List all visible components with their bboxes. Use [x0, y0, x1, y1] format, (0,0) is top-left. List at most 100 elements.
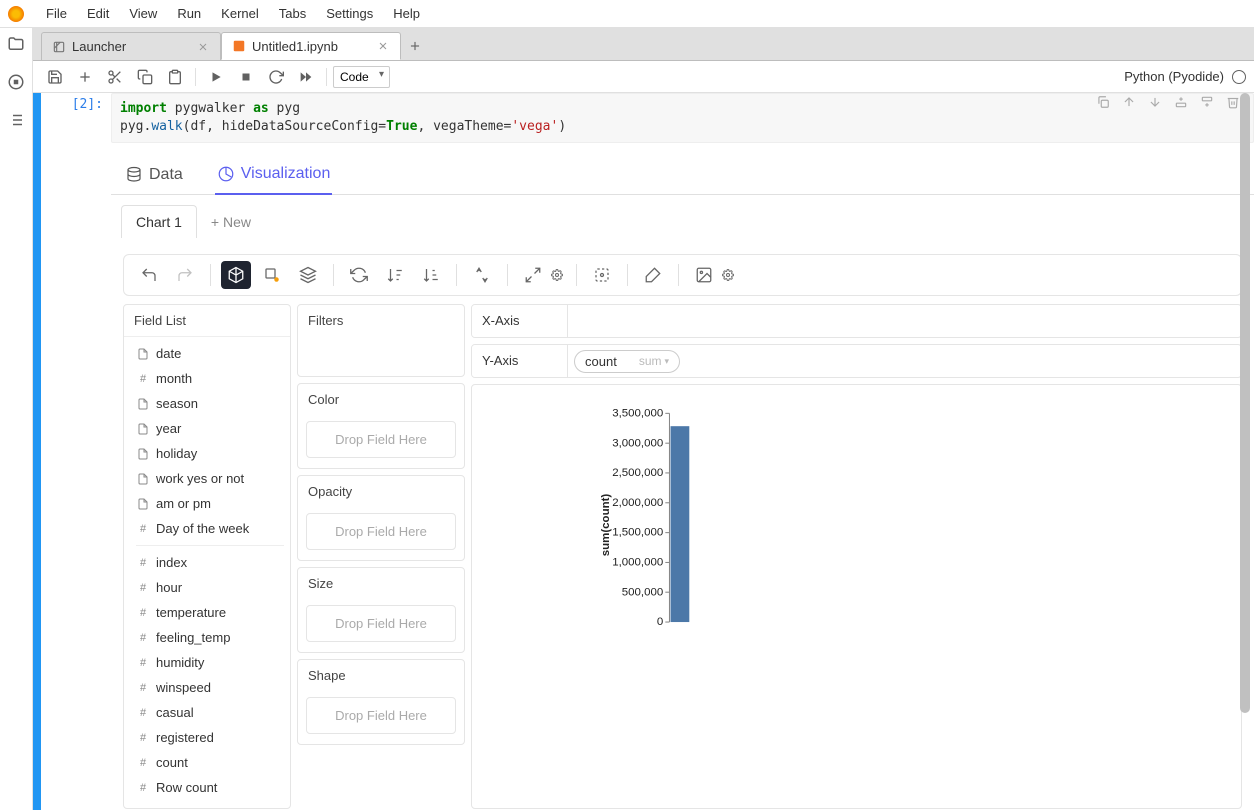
- field-temperature[interactable]: #temperature: [130, 600, 290, 625]
- undo-icon[interactable]: [134, 261, 164, 289]
- transpose-icon[interactable]: [467, 261, 497, 289]
- svg-text:500,000: 500,000: [622, 587, 663, 599]
- cell-prompt: [2]:: [41, 93, 111, 810]
- menu-edit[interactable]: Edit: [77, 2, 119, 25]
- hash-icon: #: [136, 522, 150, 536]
- copy-icon[interactable]: [131, 65, 159, 89]
- code-editor[interactable]: import pygwalker as pyg pyg.walk(df, hid…: [111, 93, 1254, 143]
- notebook-body[interactable]: [2]: import pygwalker as pyg: [33, 93, 1254, 810]
- x-axis-drop[interactable]: [568, 305, 1241, 337]
- add-cell-icon[interactable]: [71, 65, 99, 89]
- field-work[interactable]: work yes or not: [130, 466, 290, 491]
- chart-tab-add[interactable]: + New: [211, 214, 251, 230]
- axis-chart-panel: X-Axis Y-Axis count sum: [471, 304, 1242, 809]
- save-icon[interactable]: [41, 65, 69, 89]
- y-axis-title: sum(count): [600, 494, 612, 557]
- mark-icon[interactable]: [257, 261, 287, 289]
- svg-text:2,000,000: 2,000,000: [612, 497, 663, 509]
- field-humidity[interactable]: #humidity: [130, 650, 290, 675]
- cell-type-select[interactable]: Code: [333, 66, 390, 88]
- sort-asc-icon[interactable]: [380, 261, 410, 289]
- field-dayofweek[interactable]: #Day of the week: [130, 516, 290, 541]
- field-month[interactable]: #month: [130, 366, 290, 391]
- stop-icon[interactable]: [232, 65, 260, 89]
- shape-drop[interactable]: Drop Field Here: [306, 697, 456, 734]
- restart-icon[interactable]: [262, 65, 290, 89]
- svg-text:2,500,000: 2,500,000: [612, 467, 663, 479]
- cell-collapser[interactable]: [33, 93, 41, 810]
- viz-toolbar: [123, 254, 1242, 296]
- filters-drop[interactable]: [306, 336, 456, 366]
- color-drop[interactable]: Drop Field Here: [306, 421, 456, 458]
- menu-help[interactable]: Help: [383, 2, 430, 25]
- pill-aggregation[interactable]: sum: [639, 354, 669, 368]
- y-axis-pill[interactable]: count sum: [574, 350, 680, 373]
- gear-icon[interactable]: [548, 261, 566, 289]
- size-drop[interactable]: Drop Field Here: [306, 605, 456, 642]
- gear-icon[interactable]: [719, 261, 737, 289]
- kernel-name[interactable]: Python (Pyodide): [1124, 69, 1224, 84]
- sort-desc-icon[interactable]: [416, 261, 446, 289]
- menu-view[interactable]: View: [119, 2, 167, 25]
- toc-icon[interactable]: [6, 110, 26, 130]
- move-up-icon[interactable]: [1121, 94, 1137, 110]
- opacity-drop[interactable]: Drop Field Here: [306, 513, 456, 550]
- tab-launcher[interactable]: Launcher: [41, 32, 221, 60]
- run-icon[interactable]: [202, 65, 230, 89]
- cell-toolbar: [1095, 94, 1241, 110]
- tab-data[interactable]: Data: [123, 159, 185, 194]
- running-icon[interactable]: [6, 72, 26, 92]
- aggregate-icon[interactable]: [221, 261, 251, 289]
- code-cell[interactable]: [2]: import pygwalker as pyg: [33, 93, 1254, 810]
- menu-file[interactable]: File: [36, 2, 77, 25]
- field-casual[interactable]: #casual: [130, 700, 290, 725]
- hash-icon: #: [136, 731, 150, 745]
- refresh-icon[interactable]: [344, 261, 374, 289]
- cut-icon[interactable]: [101, 65, 129, 89]
- resize-icon[interactable]: [518, 261, 548, 289]
- insert-below-icon[interactable]: [1199, 94, 1215, 110]
- paste-icon[interactable]: [161, 65, 189, 89]
- field-registered[interactable]: #registered: [130, 725, 290, 750]
- field-count[interactable]: #count: [130, 750, 290, 775]
- hash-icon: #: [136, 556, 150, 570]
- menu-kernel[interactable]: Kernel: [211, 2, 269, 25]
- scrollbar[interactable]: [1238, 93, 1252, 810]
- duplicate-icon[interactable]: [1095, 94, 1111, 110]
- folder-icon[interactable]: [6, 34, 26, 54]
- close-icon[interactable]: [196, 40, 210, 54]
- opacity-header: Opacity: [298, 476, 464, 507]
- file-icon: [136, 347, 150, 361]
- field-hour[interactable]: #hour: [130, 575, 290, 600]
- hash-icon: #: [136, 706, 150, 720]
- redo-icon[interactable]: [170, 261, 200, 289]
- menu-settings[interactable]: Settings: [316, 2, 383, 25]
- export-icon[interactable]: [689, 261, 719, 289]
- menu-tabs[interactable]: Tabs: [269, 2, 316, 25]
- move-down-icon[interactable]: [1147, 94, 1163, 110]
- stack-icon[interactable]: [293, 261, 323, 289]
- field-feeling-temp[interactable]: #feeling_temp: [130, 625, 290, 650]
- field-winspeed[interactable]: #winspeed: [130, 675, 290, 700]
- field-index[interactable]: #index: [130, 550, 290, 575]
- tab-notebook[interactable]: Untitled1.ipynb: [221, 32, 401, 60]
- field-date[interactable]: date: [130, 341, 290, 366]
- config-icon[interactable]: [638, 261, 668, 289]
- field-year[interactable]: year: [130, 416, 290, 441]
- chart-tab-1[interactable]: Chart 1: [121, 205, 197, 238]
- coord-icon[interactable]: [587, 261, 617, 289]
- tab-add-button[interactable]: [401, 32, 429, 60]
- field-rowcount[interactable]: #Row count: [130, 775, 290, 800]
- hash-icon: #: [136, 656, 150, 670]
- field-ampm[interactable]: am or pm: [130, 491, 290, 516]
- insert-above-icon[interactable]: [1173, 94, 1189, 110]
- close-icon[interactable]: [376, 39, 390, 53]
- y-axis-drop[interactable]: count sum: [568, 345, 1241, 377]
- menu-run[interactable]: Run: [167, 2, 211, 25]
- tab-visualization[interactable]: Visualization: [215, 159, 333, 195]
- chart-canvas: sum(count) 0 500,000: [471, 384, 1242, 809]
- field-holiday[interactable]: holiday: [130, 441, 290, 466]
- fast-forward-icon[interactable]: [292, 65, 320, 89]
- field-season[interactable]: season: [130, 391, 290, 416]
- kernel-status-icon[interactable]: [1232, 70, 1246, 84]
